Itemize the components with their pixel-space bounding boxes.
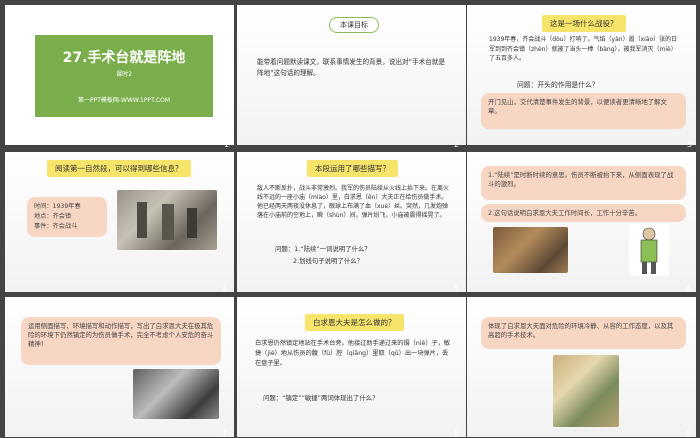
question-1: 问题：1.“陆续”一词说明了什么？ — [275, 245, 371, 253]
slide-subtitle: 课时2 — [116, 71, 132, 78]
slide-2[interactable]: 本课目标 能带着问题默读课文，联系事情发生的背景，说出对“手术台就是阵地”这句话… — [237, 5, 466, 145]
summary-box: 运用侧面描写、环境描写和动作描写，写出了白求恩大夫在极其危险的环境下仍然镇定的为… — [21, 317, 221, 365]
slide-9[interactable]: 体现了白求恩大夫面对危险的环境冷静、从容的工作态度，以及其高超的手术技术。 — [467, 297, 696, 437]
info-time: 时间：1939年春 — [34, 203, 81, 210]
slide-title: 27.手术台就是阵地 — [62, 50, 186, 66]
slide-number: 5 — [454, 284, 460, 293]
summary-text: 体现了白求恩大夫面对危险的环境冷静、从容的工作态度，以及其高超的手术技术。 — [488, 322, 674, 339]
summary-box: 体现了白求恩大夫面对危险的环境冷静、从容的工作态度，以及其高超的手术技术。 — [481, 317, 686, 349]
question-pill: 阅读第一自然段，可以得到哪些信息？ — [47, 160, 191, 177]
slide-5[interactable]: 本段运用了哪些描写？ 敌人不断反扑，战斗非常激烈。我军的伤员陆续从火线上抬下来。… — [237, 152, 466, 292]
info-box: 时间：1939年春 地点：齐会镇 事件：齐会战斗 — [27, 197, 107, 237]
note-2-text: 2.这句话说明白求恩大夫工作时间长，工作十分辛苦。 — [488, 209, 642, 217]
question-pill: 白求恩大夫是怎么做的？ — [305, 314, 404, 331]
slide-number: 2 — [454, 140, 460, 149]
slide-number: 6 — [686, 284, 692, 293]
slide-footer: 第一PPT模板网-WWW.1PPT.COM — [77, 97, 171, 104]
goal-pill: 本课目标 — [329, 17, 379, 33]
summary-text: 运用侧面描写、环境描写和动作描写，写出了白求恩大夫在极其危险的环境下仍然镇定的为… — [28, 322, 214, 348]
title-panel: 27.手术台就是阵地 课时2 第一PPT模板网-WWW.1PPT.COM — [35, 35, 213, 117]
slide-number: 4 — [222, 284, 228, 293]
note-box-2: 2.这句话说明白求恩大夫工作时间长，工作十分辛苦。 — [481, 204, 686, 222]
slide-number: 8 — [454, 429, 460, 438]
slide-6[interactable]: 1.“陆续”是时断时续的意思。伤员不断被抬下来，从侧面表现了战斗的激烈。 2.这… — [467, 152, 696, 292]
surgery-photo — [133, 369, 219, 419]
goal-text: 能带着问题默读课文，联系事情发生的背景，说出对“手术台就是阵地”这句话的理解。 — [257, 58, 446, 77]
slide-number: 3 — [687, 140, 693, 149]
question-text: 问题：开头的作用是什么？ — [517, 81, 599, 89]
answer-text: 开门见山，交代清楚事件发生的背景，以便读者更清晰地了解文章。 — [488, 98, 667, 115]
surgery-painting — [553, 355, 619, 427]
paragraph-text: 敌人不断反扑，战斗非常激烈。我军的伤员陆续从火线上抬下来。在离火线不远的一座小庙… — [257, 185, 450, 219]
paragraph-text: 1939年春，齐会战斗（dòu）打响了。气焰（yàn）嚣（xiāo）张的日军到到… — [489, 36, 678, 62]
slide-number: 7 — [222, 429, 228, 438]
doctor-illustration — [629, 224, 669, 276]
question-pill: 这是一场什么战役？ — [542, 15, 626, 32]
info-event: 事件：齐会战斗 — [34, 223, 78, 230]
slide-1[interactable]: 27.手术台就是阵地 课时2 第一PPT模板网-WWW.1PPT.COM — [5, 5, 234, 145]
question-pill: 本段运用了哪些描写？ — [307, 160, 398, 177]
note-box-1: 1.“陆续”是时断时续的意思。伤员不断被抬下来，从侧面表现了战斗的激烈。 — [481, 166, 686, 200]
slide-8[interactable]: 白求恩大夫是怎么做的？ 白求恩仍然镇定地站在手术台旁。他接过助手递过来的镊（ni… — [237, 297, 466, 437]
paragraph-text: 白求恩仍然镇定地站在手术台旁。他接过助手递过来的镊（niè）子，敏捷（jié）地… — [255, 340, 451, 367]
slide-number: 1 — [224, 140, 230, 149]
slide-number: 9 — [686, 429, 692, 438]
figure-icon — [640, 227, 658, 274]
question-text: 问题：“镇定”“敏捷”两词体现出了什么？ — [263, 394, 379, 402]
soldiers-icon — [137, 202, 197, 240]
slide-4[interactable]: 阅读第一自然段，可以得到哪些信息？ 时间：1939年春 地点：齐会镇 事件：齐会… — [5, 152, 234, 292]
info-place: 地点：齐会镇 — [34, 213, 72, 220]
slide-3[interactable]: 这是一场什么战役？ 1939年春，齐会战斗（dòu）打响了。气焰（yàn）嚣（x… — [467, 5, 696, 145]
war-photo — [117, 190, 217, 250]
question-2: 2.划线句子说明了什么？ — [293, 257, 364, 265]
battle-painting — [493, 227, 568, 273]
note-1-text: 1.“陆续”是时断时续的意思。伤员不断被抬下来，从侧面表现了战斗的激烈。 — [488, 171, 674, 188]
answer-box: 开门见山，交代清楚事件发生的背景，以便读者更清晰地了解文章。 — [481, 93, 686, 129]
slide-7[interactable]: 运用侧面描写、环境描写和动作描写，写出了白求恩大夫在极其危险的环境下仍然镇定的为… — [5, 297, 234, 437]
